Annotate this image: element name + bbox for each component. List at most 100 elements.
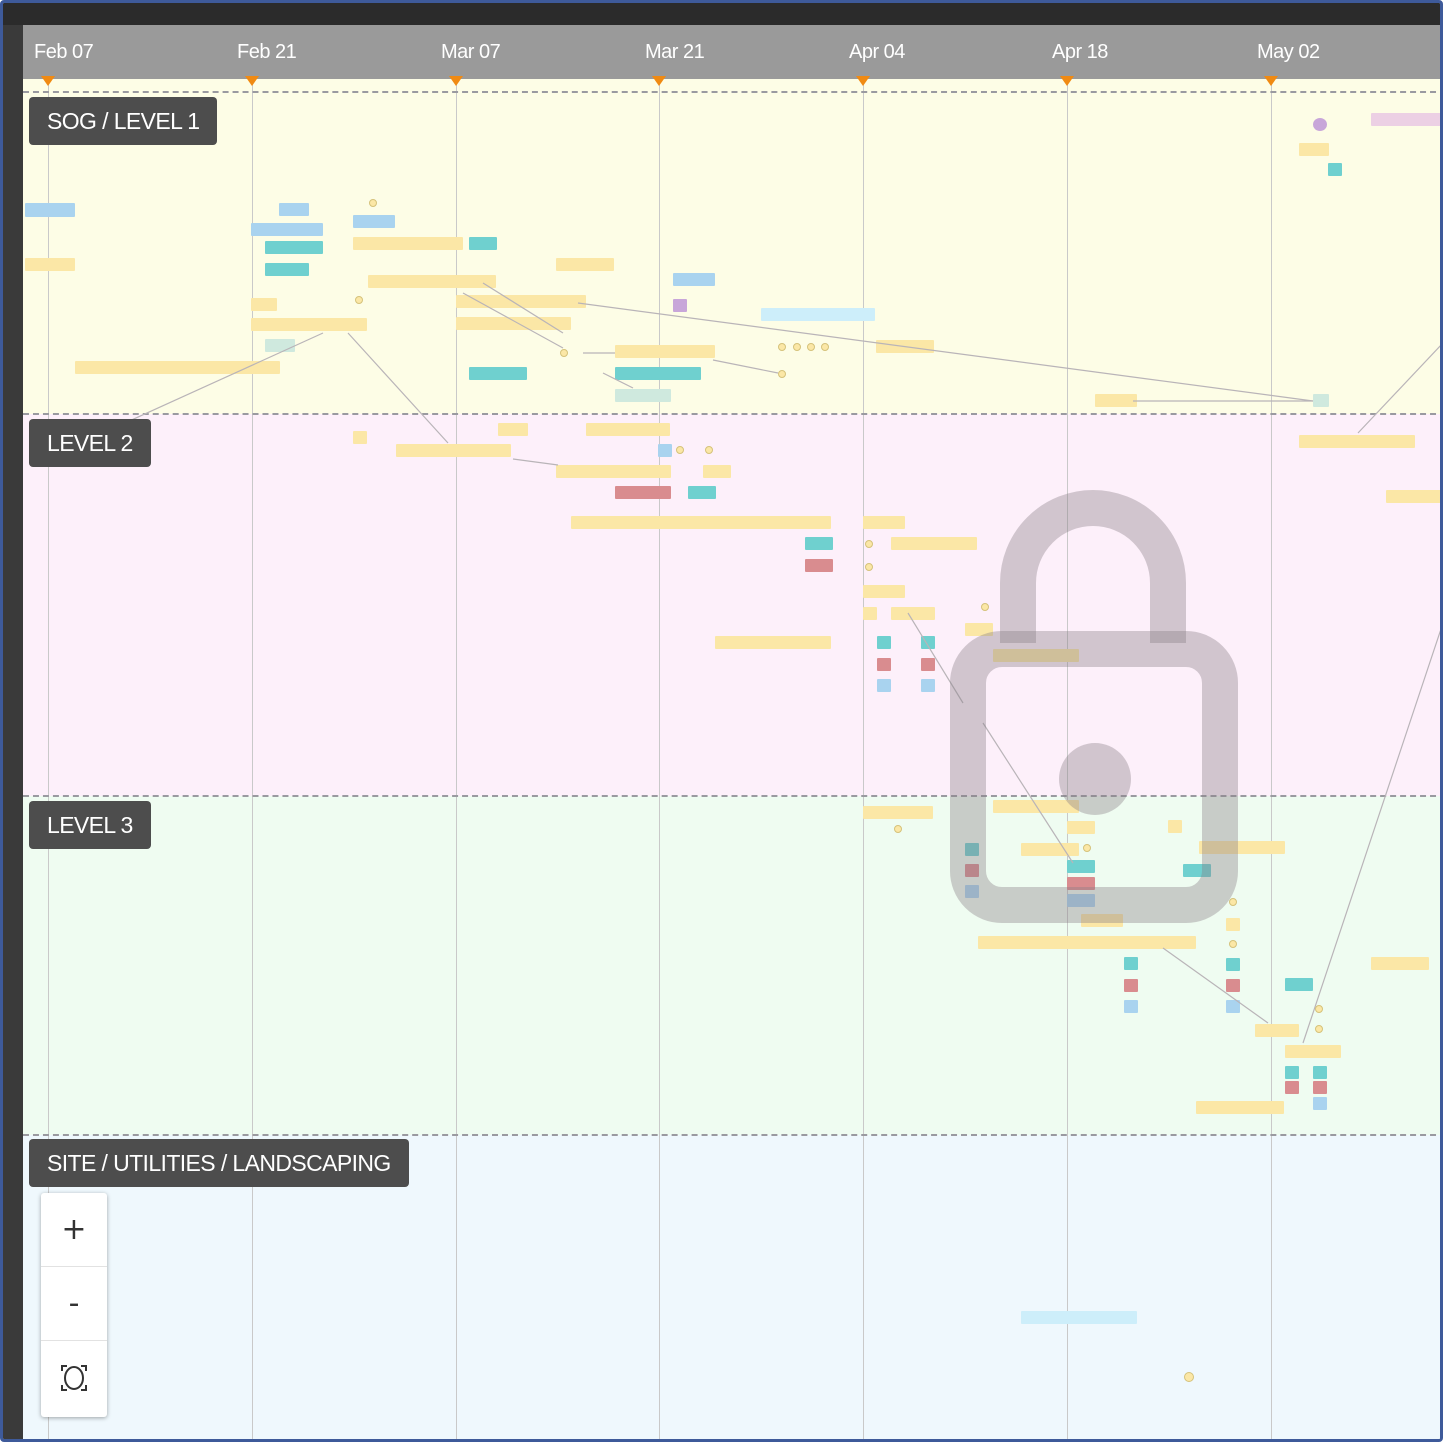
task-bar[interactable] xyxy=(1196,1101,1284,1114)
task-bar[interactable] xyxy=(673,273,715,286)
milestone-dot[interactable] xyxy=(369,199,377,207)
task-bar[interactable] xyxy=(673,299,687,312)
task-bar[interactable] xyxy=(456,295,586,308)
task-bar[interactable] xyxy=(1299,435,1415,448)
task-bar[interactable] xyxy=(703,465,731,478)
task-bar[interactable] xyxy=(891,607,935,620)
task-bar[interactable] xyxy=(1313,1066,1327,1079)
task-bar[interactable] xyxy=(368,275,496,288)
milestone-dot[interactable] xyxy=(1315,1025,1323,1033)
task-bar[interactable] xyxy=(265,241,323,254)
milestone-dot[interactable] xyxy=(1315,1005,1323,1013)
task-bar[interactable] xyxy=(1124,957,1138,970)
task-bar[interactable] xyxy=(556,258,614,271)
task-bar[interactable] xyxy=(353,215,395,228)
task-bar[interactable] xyxy=(469,237,497,250)
task-bar[interactable] xyxy=(1081,914,1123,927)
task-bar[interactable] xyxy=(658,444,672,457)
task-bar[interactable] xyxy=(921,679,935,692)
milestone-dot[interactable] xyxy=(676,446,684,454)
task-bar[interactable] xyxy=(1168,820,1182,833)
task-bar[interactable] xyxy=(1285,1081,1299,1094)
task-bar[interactable] xyxy=(25,203,75,217)
task-bar[interactable] xyxy=(761,308,875,321)
task-bar[interactable] xyxy=(1124,1000,1138,1013)
date-marker-icon[interactable] xyxy=(1060,76,1074,86)
task-bar[interactable] xyxy=(1226,979,1240,992)
task-bar[interactable] xyxy=(1067,877,1095,890)
task-bar[interactable] xyxy=(396,444,511,457)
milestone-dot[interactable] xyxy=(355,296,363,304)
task-bar[interactable] xyxy=(279,203,309,216)
zoom-in-button[interactable]: + xyxy=(41,1193,107,1267)
task-bar[interactable] xyxy=(1067,821,1095,834)
task-bar[interactable] xyxy=(891,537,977,550)
task-bar[interactable] xyxy=(456,317,571,330)
task-bar[interactable] xyxy=(863,516,905,529)
task-bar[interactable] xyxy=(876,340,934,353)
task-bar[interactable] xyxy=(251,298,277,311)
task-bar[interactable] xyxy=(615,367,701,380)
task-bar[interactable] xyxy=(1067,894,1095,907)
milestone-dot[interactable] xyxy=(778,343,786,351)
task-bar[interactable] xyxy=(1226,1000,1240,1013)
task-bar[interactable] xyxy=(556,465,671,478)
task-bar[interactable] xyxy=(1021,1311,1137,1324)
milestone-dot[interactable] xyxy=(705,446,713,454)
task-bar[interactable] xyxy=(921,636,935,649)
task-bar[interactable] xyxy=(1299,143,1329,156)
task-bar[interactable] xyxy=(978,936,1196,949)
milestone-dot[interactable] xyxy=(1083,844,1091,852)
task-bar[interactable] xyxy=(1285,978,1313,991)
task-bar[interactable] xyxy=(498,423,528,436)
milestone-dot[interactable] xyxy=(894,825,902,833)
task-bar[interactable] xyxy=(877,679,891,692)
task-bar[interactable] xyxy=(965,623,993,636)
task-bar[interactable] xyxy=(1371,957,1429,970)
task-bar[interactable] xyxy=(1067,860,1095,873)
milestone-dot[interactable] xyxy=(1184,1372,1194,1382)
task-bar[interactable] xyxy=(965,885,979,898)
task-bar[interactable] xyxy=(571,516,831,529)
task-bar[interactable] xyxy=(1255,1024,1299,1037)
task-bar[interactable] xyxy=(586,423,670,436)
task-bar[interactable] xyxy=(993,649,1079,662)
task-bar[interactable] xyxy=(469,367,527,380)
date-marker-icon[interactable] xyxy=(449,76,463,86)
milestone-dot[interactable] xyxy=(865,563,873,571)
task-bar[interactable] xyxy=(353,237,463,250)
task-bar[interactable] xyxy=(877,636,891,649)
task-bar[interactable] xyxy=(615,345,715,358)
task-bar[interactable] xyxy=(1199,841,1285,854)
task-bar[interactable] xyxy=(25,258,75,271)
date-marker-icon[interactable] xyxy=(41,76,55,86)
milestone-dot[interactable] xyxy=(981,603,989,611)
milestone-dot[interactable] xyxy=(1229,898,1237,906)
task-bar[interactable] xyxy=(921,658,935,671)
task-bar[interactable] xyxy=(965,864,979,877)
milestone-dot[interactable] xyxy=(560,349,568,357)
task-bar[interactable] xyxy=(615,486,671,499)
zoom-out-button[interactable]: - xyxy=(41,1267,107,1341)
task-bar[interactable] xyxy=(1313,394,1329,407)
task-bar[interactable] xyxy=(863,585,905,598)
task-bar[interactable] xyxy=(1386,490,1440,503)
task-bar[interactable] xyxy=(965,843,979,856)
task-bar[interactable] xyxy=(265,263,309,276)
milestone-dot[interactable] xyxy=(1229,940,1237,948)
task-bar[interactable] xyxy=(75,361,280,374)
task-bar[interactable] xyxy=(1285,1045,1341,1058)
task-bar[interactable] xyxy=(805,559,833,572)
task-bar[interactable] xyxy=(863,607,877,620)
task-bar[interactable] xyxy=(993,800,1079,813)
task-bar[interactable] xyxy=(1095,394,1137,407)
task-bar[interactable] xyxy=(1226,958,1240,971)
task-bar[interactable] xyxy=(863,806,933,819)
task-bar[interactable] xyxy=(615,389,671,402)
task-bar[interactable] xyxy=(1313,118,1327,131)
task-bar[interactable] xyxy=(1371,113,1440,126)
task-bar[interactable] xyxy=(1124,979,1138,992)
task-bar[interactable] xyxy=(1226,918,1240,931)
task-bar[interactable] xyxy=(1183,864,1211,877)
task-bar[interactable] xyxy=(805,537,833,550)
